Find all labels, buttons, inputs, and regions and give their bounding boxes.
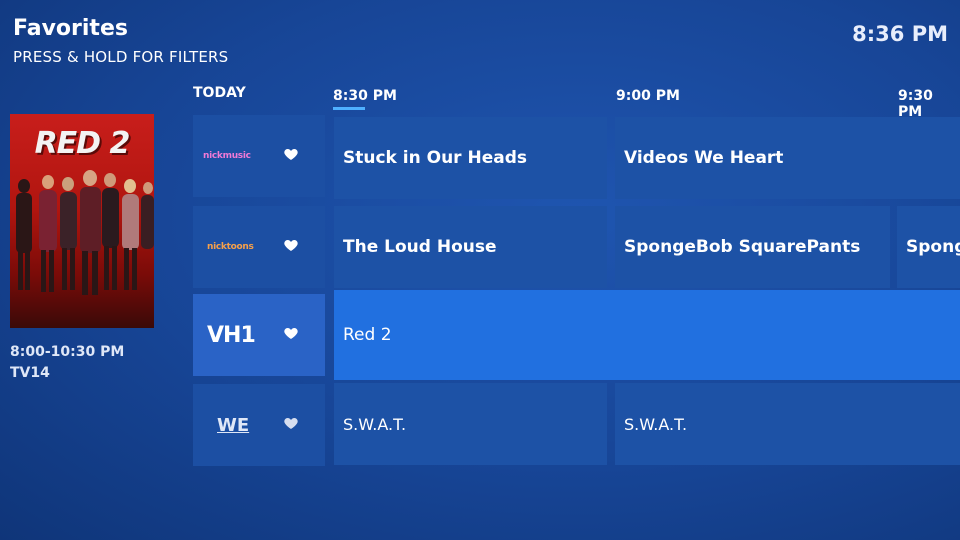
program-cell-focused[interactable]: Red 2 xyxy=(334,290,960,380)
clock: 8:36 PM xyxy=(852,22,948,46)
program-time-range: 8:00-10:30 PM xyxy=(10,344,125,360)
channel-logo: VH1 xyxy=(207,322,256,348)
page-title: Favorites xyxy=(13,16,128,41)
channel-logo: nickmusic xyxy=(203,151,251,161)
heart-icon[interactable] xyxy=(283,325,299,341)
poster-title: RED 2 xyxy=(34,126,131,161)
heart-icon[interactable] xyxy=(283,146,299,162)
heart-icon[interactable] xyxy=(283,415,299,431)
channel-logo: nicktoons xyxy=(207,242,254,252)
channel-logo: WE xyxy=(217,414,250,436)
program-cell[interactable]: Stuck in Our Heads xyxy=(334,117,607,199)
channel-tile-vh1[interactable]: VH1 xyxy=(193,294,325,376)
program-cell[interactable]: S.W.A.T. xyxy=(334,383,607,465)
heart-icon[interactable] xyxy=(283,237,299,253)
channel-tile-nicktoons[interactable]: nicktoons xyxy=(193,206,325,288)
program-cell[interactable]: SpongeBob SquarePants xyxy=(615,206,890,288)
channel-tile-nickmusic[interactable]: nickmusic xyxy=(193,115,325,197)
program-cell[interactable]: Spong xyxy=(897,206,960,288)
program-cell[interactable]: S.W.A.T. xyxy=(615,383,960,465)
program-cell[interactable]: The Loud House xyxy=(334,206,607,288)
time-slot-900: 9:00 PM xyxy=(616,88,680,104)
filter-hint: PRESS & HOLD FOR FILTERS xyxy=(13,48,229,66)
time-slot-930: 9:30 PM xyxy=(898,88,933,120)
time-slot-830: 8:30 PM xyxy=(333,88,397,104)
now-indicator xyxy=(333,107,365,110)
channel-tile-we[interactable]: WE xyxy=(193,384,325,466)
program-poster: RED 2 xyxy=(10,114,154,328)
day-label: TODAY xyxy=(193,85,246,101)
program-cell[interactable]: Videos We Heart xyxy=(615,117,960,199)
program-rating: TV14 xyxy=(10,365,50,381)
